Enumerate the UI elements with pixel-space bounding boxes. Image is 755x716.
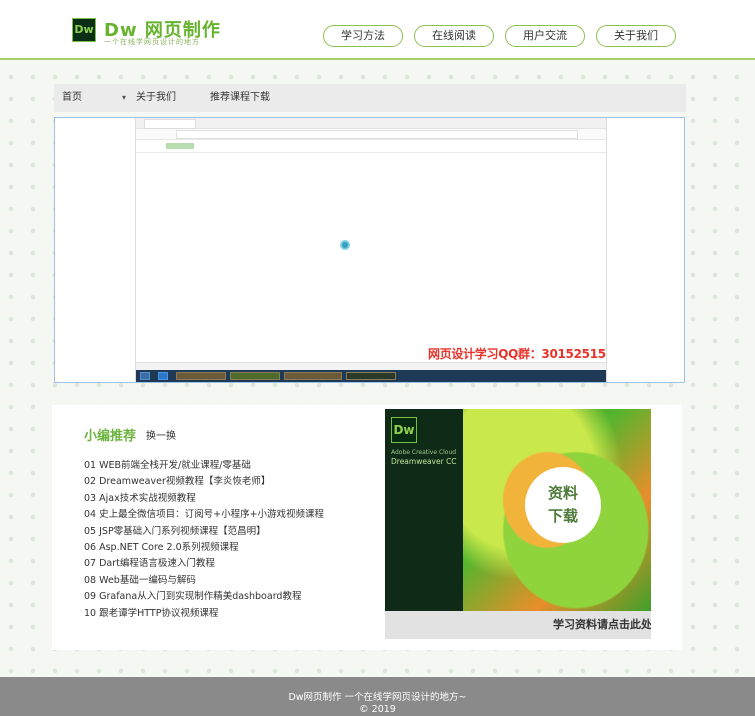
footer-copyright: © 2019 [359, 704, 396, 715]
dreamweaver-logo-icon: Dw [391, 417, 417, 443]
windows-start-icon [140, 372, 150, 380]
list-item[interactable]: 04 史上最全微信项目：订阅号+小程序+小游戏视频课程 [84, 507, 324, 523]
circle-text-line2: 下载 [547, 507, 578, 525]
promo-box-art: Dw Adobe Creative Cloud Dreamweaver CC [385, 409, 463, 611]
menu-about-us[interactable]: 关于我们 [136, 84, 176, 112]
browser-bookmark-bar [136, 140, 606, 153]
site-footer: Dw网页制作 一个在线学网页设计的地方~ © 2019 [0, 677, 755, 716]
promo-caption-link[interactable]: 学习资料请点击此处 [385, 611, 651, 639]
nav-about-us[interactable]: 关于我们 [596, 25, 676, 47]
site-header: Dw Dw 网页制作 一个在线学网页设计的地方 学习方法 在线阅读 用户交流 关… [0, 0, 755, 60]
footer-tagline: Dw网页制作 一个在线学网页设计的地方~ [288, 692, 467, 703]
menu-home[interactable]: 首页 [62, 84, 82, 112]
loading-spinner-icon [340, 240, 350, 250]
list-item[interactable]: 09 Grafana从入门到实现制作精美dashboard教程 [84, 589, 324, 605]
nav-learning-methods[interactable]: 学习方法 [323, 25, 403, 47]
chevron-down-icon[interactable]: ▾ [122, 84, 126, 112]
recommend-list: 01 WEB前端全栈开发/就业课程/零基础 02 Dreamweaver视频教程… [84, 458, 324, 622]
nav-user-exchange[interactable]: 用户交流 [505, 25, 585, 47]
browser-address-bar [136, 129, 606, 140]
list-item[interactable]: 10 跟老谭学HTTP协议视频课程 [84, 606, 324, 622]
video-screen[interactable]: 网页设计学习QQ群：301525157 [135, 118, 607, 382]
list-item[interactable]: 06 Asp.NET Core 2.0系列视频课程 [84, 540, 324, 556]
promo-brand: Adobe Creative Cloud [391, 449, 457, 456]
site-subtitle: 一个在线学网页设计的地方 [104, 38, 200, 46]
list-item[interactable]: 05 JSP零基础入门系列视频课程【范昌明】 [84, 524, 324, 540]
swap-button[interactable]: 换一换 [146, 427, 176, 442]
list-item[interactable]: 02 Dreamweaver视频教程【李炎恢老师】 [84, 474, 324, 490]
main-menu-bar: 首页 ▾ 关于我们 推荐课程下载 [54, 84, 686, 112]
download-promo-banner[interactable]: Dw Adobe Creative Cloud Dreamweaver CC 资… [385, 409, 651, 611]
circle-text-line1: 资料 [547, 484, 578, 502]
nav-online-reading[interactable]: 在线阅读 [414, 25, 494, 47]
recommend-section: 小编推荐 换一换 01 WEB前端全栈开发/就业课程/零基础 02 Dreamw… [52, 405, 682, 650]
qq-group-overlay: 网页设计学习QQ群：301525157 [428, 347, 607, 361]
windows-taskbar [136, 370, 606, 382]
list-item[interactable]: 08 Web基础一编码与解码 [84, 573, 324, 589]
browser-tab [144, 119, 196, 129]
ie-icon [158, 372, 168, 380]
download-circle-badge[interactable]: 资料 下载 [525, 467, 601, 543]
dw-logo-icon[interactable]: Dw [72, 18, 96, 42]
recommend-title: 小编推荐 [84, 429, 137, 444]
list-item[interactable]: 03 Ajax技术实战视频教程 [84, 491, 324, 507]
list-item[interactable]: 07 Dart编程语言极速入门教程 [84, 556, 324, 572]
browser-titlebar [136, 118, 606, 129]
promo-product-name: Dreamweaver CC [391, 457, 457, 466]
taskbar-app [346, 372, 396, 380]
menu-course-download[interactable]: 推荐课程下载 [210, 84, 270, 112]
bookmark-item [166, 143, 194, 149]
video-player[interactable]: 网页设计学习QQ群：301525157 [54, 117, 685, 383]
taskbar-app [176, 372, 226, 380]
address-field [176, 130, 578, 139]
taskbar-app [230, 372, 280, 380]
list-item[interactable]: 01 WEB前端全栈开发/就业课程/零基础 [84, 458, 324, 474]
taskbar-app [284, 372, 342, 380]
